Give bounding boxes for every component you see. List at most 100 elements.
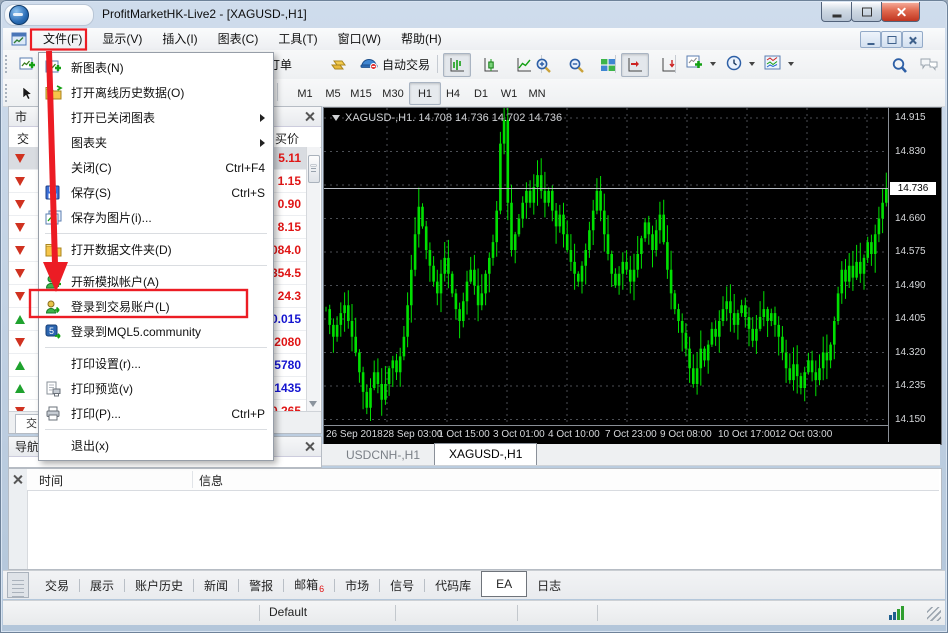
demo-account-icon [45,274,65,290]
new-chart-icon[interactable] [13,53,41,77]
chat-icon[interactable] [915,53,943,77]
terminal-tab-2[interactable]: 账户历史 [125,573,193,598]
resize-grip[interactable] [927,607,941,621]
scrollbar-thumb[interactable] [308,155,320,183]
file-menu-item[interactable]: 打印(P)...Ctrl+P [39,401,273,426]
arrow-down-icon [15,269,25,278]
file-menu-item[interactable]: 关闭(C)Ctrl+F4 [39,155,273,180]
file-menu-item[interactable]: 新图表(N) [39,55,273,80]
child-close-button[interactable] [902,31,923,48]
price-axis[interactable]: 14.91514.83014.66014.57514.49014.40514.3… [888,108,940,442]
menu-item-5[interactable]: 窗口(W) [328,28,391,50]
terminal-tab-10[interactable]: 日志 [527,573,571,598]
menu-item-3[interactable]: 图表(C) [208,28,269,50]
date-axis-label: 3 Oct 01:00 [493,429,545,440]
menu-item-6[interactable]: 帮助(H) [391,28,452,50]
chart-plot[interactable]: XAGUSD-,H1. 14.708 14.736 14.702 14.736 [324,108,888,425]
file-menu-item-label: 打开离线历史数据(O) [71,84,265,101]
bar-chart-icon[interactable] [443,53,471,77]
date-axis-label: 1 Oct 15:00 [438,429,490,440]
terminal-tab-5[interactable]: 邮箱6 [284,572,334,598]
periods-dropdown[interactable] [721,53,760,75]
submenu-arrow-icon [260,114,265,122]
timeframe-m30[interactable]: M30 [377,82,409,105]
cursor-icon[interactable] [13,81,41,105]
child-restore-button[interactable] [881,31,902,48]
file-menu-item[interactable]: 5登录到MQL5.community [39,319,273,344]
price-bar-bodies [326,120,886,408]
terminal-tab-8[interactable]: 代码库 [425,573,481,598]
timeframe-m15[interactable]: M15 [345,82,377,105]
zoom-in-icon[interactable] [529,53,557,77]
file-menu-item[interactable]: 保存为图片(i)... [39,205,273,230]
child-restore-icon [887,36,896,44]
child-minimize-button[interactable] [860,31,881,48]
file-menu-item[interactable]: 退出(x) [39,433,273,458]
terminal-tab-7[interactable]: 信号 [380,573,424,598]
zoom-out-icon[interactable] [562,53,590,77]
navigator-close-icon[interactable] [304,441,315,452]
file-menu-item[interactable]: 打开数据文件夹(D) [39,237,273,262]
arrow-up-icon [15,384,25,393]
time-column-header[interactable]: 时间 [39,472,63,489]
file-menu-item[interactable]: 图表夹 [39,130,273,155]
minimize-button[interactable] [821,2,852,22]
file-menu-item[interactable]: 保存(S)Ctrl+S [39,180,273,205]
auto-trading-button[interactable]: 自动交易 [355,53,435,75]
chart-tab-xagusdh1[interactable]: XAGUSD-,H1 [434,443,537,465]
chart-autoscroll-icon[interactable] [655,53,683,77]
chart-tab-usdcnhh1[interactable]: USDCNH-,H1 [332,446,434,465]
message-column-header[interactable]: 信息 [199,472,223,489]
market-watch-scrollbar[interactable] [306,147,320,411]
candlestick-icon[interactable] [477,53,505,77]
timeframe-mn[interactable]: MN [521,82,553,105]
docked-panel-icon[interactable] [7,572,29,598]
file-menu-item[interactable]: 开新模拟帐户(A) [39,269,273,294]
close-button[interactable] [881,2,920,22]
menu-item-4[interactable]: 工具(T) [268,28,327,50]
chart-window[interactable]: XAGUSD-,H1. 14.708 14.736 14.702 14.736 … [323,107,942,445]
file-menu-item-label: 打印预览(v) [71,380,265,397]
toolbar-grip[interactable] [5,84,11,102]
scroll-down-icon[interactable] [309,401,317,407]
auto-trading-icon [360,55,378,74]
date-axis[interactable]: 26 Sep 201828 Sep 03:001 Oct 15:003 Oct … [324,425,888,443]
file-menu-item[interactable]: 打印设置(r)... [39,351,273,376]
column-separator[interactable] [192,471,193,488]
symbol-column-header[interactable]: 交 [17,130,29,147]
date-axis-label: 10 Oct 17:00 [718,429,775,440]
profile-name[interactable]: Default [269,605,307,619]
tile-windows-icon[interactable] [594,53,622,77]
menu-separator [45,233,267,234]
menu-item-2[interactable]: 插入(I) [152,28,207,50]
bid-price: 084.0 [271,243,301,257]
market-watch-close-icon[interactable] [304,111,315,122]
terminal-tab-6[interactable]: 市场 [335,573,379,598]
menu-item-file[interactable]: 文件(F) [33,28,92,50]
file-menu-item[interactable]: 登录到交易账户(L) [39,294,273,319]
terminal-close-icon[interactable] [12,474,23,485]
search-icon[interactable] [885,53,913,77]
templates-dropdown[interactable] [759,53,799,75]
file-menu-item[interactable]: 打印预览(v) [39,376,273,401]
bid-column-header[interactable]: 买价 [275,130,299,147]
price-bars [326,108,886,421]
terminal-tab-3[interactable]: 新闻 [194,573,238,598]
toolbar-grip[interactable] [5,55,11,73]
date-axis-label: 12 Oct 03:00 [775,429,832,440]
chart-info[interactable]: XAGUSD-,H1. 14.708 14.736 14.702 14.736 [332,112,562,124]
menu-item-1[interactable]: 显示(V) [92,28,152,50]
terminal-tab-4[interactable]: 警报 [239,573,283,598]
gold-icon[interactable] [325,53,353,77]
file-menu-item[interactable]: 打开已关闭图表 [39,105,273,130]
menu-separator [45,429,267,430]
terminal-tab-0[interactable]: 交易 [35,573,79,598]
data-folder-icon [45,242,65,258]
indicators-dropdown[interactable] [681,53,721,75]
file-menu-item[interactable]: 打开离线历史数据(O) [39,80,273,105]
terminal-panel: 时间 信息 [8,468,942,570]
terminal-tab-ea[interactable]: EA [481,571,527,597]
terminal-tab-1[interactable]: 展示 [80,573,124,598]
restore-button[interactable] [851,2,882,22]
chart-shift-icon[interactable] [621,53,649,77]
